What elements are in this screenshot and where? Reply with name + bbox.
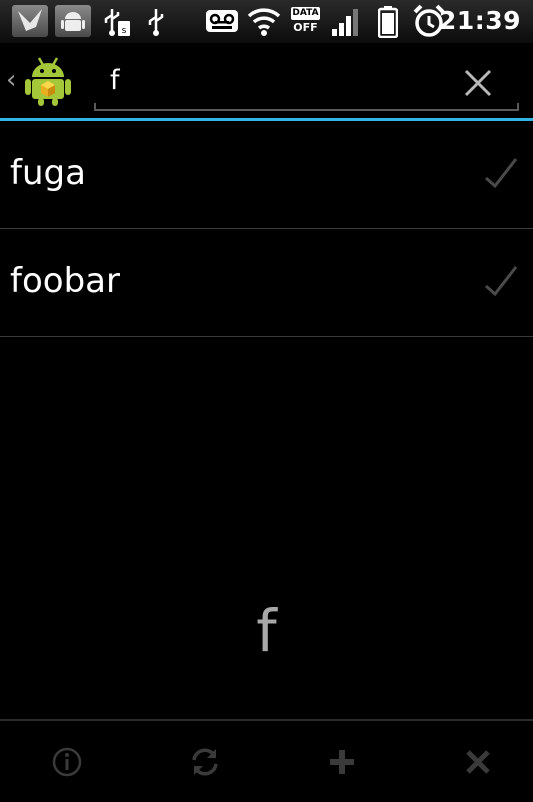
- info-icon: [52, 747, 81, 776]
- signal-icon: [332, 9, 358, 36]
- search-input-underline: [94, 103, 519, 111]
- android-notification-icon: [55, 5, 91, 37]
- notification-bird-icon: [12, 5, 48, 37]
- clear-search-button[interactable]: [458, 63, 498, 103]
- bottom-action-bar: [0, 719, 533, 802]
- search-input[interactable]: [96, 58, 466, 103]
- result-list: fuga foobar: [0, 121, 533, 337]
- list-item-label: fuga: [10, 153, 86, 193]
- list-item[interactable]: foobar: [0, 229, 533, 337]
- list-item-label: foobar: [10, 261, 120, 301]
- status-clock: 21:39: [438, 6, 521, 35]
- voicemail-icon: [206, 10, 238, 32]
- sync-button[interactable]: [138, 721, 271, 802]
- close-icon: [464, 69, 492, 97]
- sync-icon: [191, 747, 218, 776]
- usb-icon: [148, 9, 164, 36]
- svg-text:s: s: [122, 26, 127, 36]
- data-off-badge: DATA OFF: [291, 7, 320, 34]
- search-bar: ‹: [0, 43, 533, 119]
- chevron-left-icon[interactable]: ‹: [6, 65, 16, 95]
- checkmark-icon[interactable]: [483, 156, 519, 190]
- list-item[interactable]: fuga: [0, 121, 533, 229]
- delete-button[interactable]: [411, 721, 533, 802]
- fast-scroll-letter: f: [256, 597, 277, 665]
- battery-icon: [378, 6, 398, 38]
- plus-icon: [329, 749, 354, 774]
- wifi-icon: [247, 8, 281, 36]
- usb-sd-icon: s: [104, 9, 130, 36]
- add-button[interactable]: [275, 721, 408, 802]
- status-bar: s DATA OFF 21:39: [0, 0, 533, 43]
- checkmark-icon[interactable]: [483, 264, 519, 298]
- info-button[interactable]: [0, 721, 133, 802]
- android-app-icon[interactable]: [24, 55, 72, 107]
- close-icon: [465, 749, 490, 774]
